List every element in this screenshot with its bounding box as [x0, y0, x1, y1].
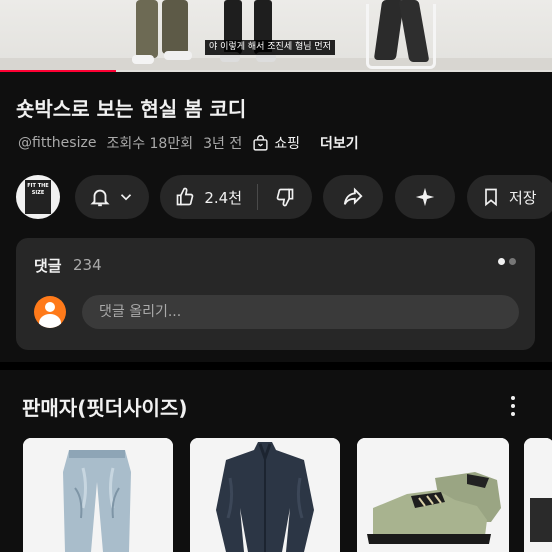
like-button[interactable]: 2.4천 — [160, 184, 259, 210]
more-vert-icon — [511, 396, 515, 400]
thumbs-up-icon — [177, 187, 194, 206]
like-dislike-group: 2.4천 — [160, 175, 312, 219]
person-leg — [162, 0, 188, 54]
view-count: 조회수 18만회 — [106, 136, 194, 152]
carousel-dot-active — [498, 258, 505, 265]
chevron-down-icon — [120, 194, 132, 201]
like-count: 2.4천 — [204, 188, 242, 207]
sparkle-icon — [415, 187, 435, 207]
product-card-jeans[interactable] — [23, 438, 173, 552]
shoes-image — [357, 438, 509, 552]
shopping-link[interactable]: 쇼핑 — [252, 133, 310, 153]
comments-count: 234 — [73, 256, 102, 274]
more-options-button[interactable] — [503, 392, 523, 420]
comment-input[interactable]: 댓글 올리기... — [82, 295, 519, 329]
more-vert-icon-dot — [511, 412, 515, 416]
video-title[interactable]: 숏박스로 보는 현실 봄 코디 — [16, 93, 246, 122]
person-leg — [136, 0, 158, 58]
comments-panel[interactable]: 댓글 234 댓글 올리기... — [16, 238, 535, 350]
more-link[interactable]: 더보기 — [320, 133, 359, 153]
shirt-image — [190, 438, 340, 552]
comments-title: 댓글 — [34, 257, 62, 275]
channel-avatar[interactable]: FIT THE SIZE — [16, 175, 60, 219]
avatar-head — [45, 302, 55, 312]
avatar-body — [39, 314, 61, 328]
bookmark-icon — [485, 188, 497, 207]
shopping-bag-icon — [253, 134, 268, 151]
video-subtitle: 야 이렇게 해서 조진세 형님 먼저 — [205, 40, 335, 55]
carousel-dot — [509, 258, 516, 265]
video-meta: @fitthesize 조회수 18만회 3년 전 쇼핑 더보기 — [18, 133, 369, 153]
channel-handle[interactable]: @fitthesize — [18, 135, 96, 151]
save-label: 저장 — [509, 188, 537, 207]
upload-age: 3년 전 — [203, 136, 243, 152]
bell-icon — [90, 189, 110, 207]
share-icon — [343, 187, 363, 205]
seller-section-title: 판매자(핏더사이즈) — [22, 396, 188, 420]
video-progress-fill — [0, 70, 116, 72]
save-button[interactable]: 저장 — [467, 175, 552, 219]
video-player[interactable]: 야 이렇게 해서 조진세 형님 먼저 — [0, 0, 552, 72]
channel-logo: FIT THE SIZE — [25, 180, 51, 214]
thumbs-down-icon — [276, 188, 294, 207]
sneaker — [132, 55, 154, 64]
share-button[interactable] — [323, 175, 383, 219]
dislike-button[interactable] — [258, 187, 312, 207]
shopping-label: 쇼핑 — [274, 136, 300, 152]
ask-ai-button[interactable] — [395, 175, 455, 219]
product-card-shoes[interactable] — [357, 438, 509, 552]
partial-product-image — [524, 438, 552, 552]
section-divider — [0, 362, 552, 370]
video-progress-bar[interactable] — [0, 70, 552, 72]
sneaker — [164, 51, 192, 60]
subscribe-notification-button[interactable] — [75, 175, 149, 219]
more-vert-icon-dot — [511, 404, 515, 408]
jeans-image — [23, 438, 173, 552]
product-card-partial[interactable] — [524, 438, 552, 552]
user-avatar — [34, 296, 66, 328]
product-card-shirt[interactable] — [190, 438, 340, 552]
